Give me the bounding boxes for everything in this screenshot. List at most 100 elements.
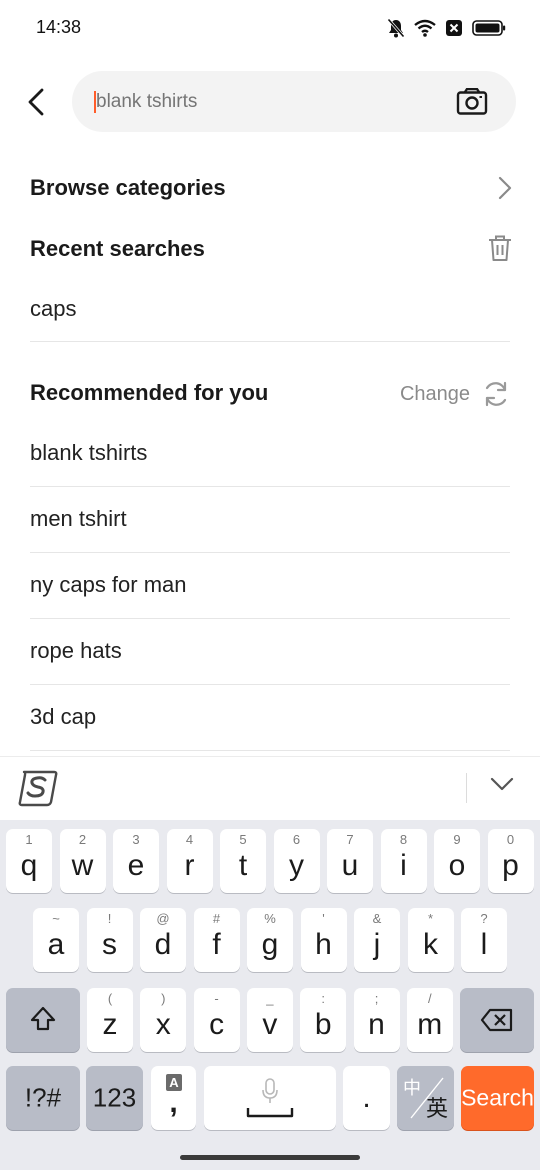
key-h[interactable]: ' h: [300, 908, 347, 972]
space-key[interactable]: [204, 1066, 336, 1130]
key-label: c: [209, 1008, 225, 1041]
key-r[interactable]: 4r: [166, 829, 213, 893]
comma-key[interactable]: A ,: [151, 1066, 196, 1130]
key-g[interactable]: % g: [247, 908, 293, 972]
toolbar-divider: [466, 773, 467, 803]
key-e[interactable]: 3e: [113, 829, 159, 893]
key-s[interactable]: ! s: [86, 908, 133, 972]
key-q[interactable]: 1q: [6, 829, 52, 893]
space-bar-icon: [246, 1108, 294, 1118]
key-hint: 2: [78, 832, 87, 847]
recommended-list: blank tshirts men tshirt ny caps for man…: [30, 421, 510, 751]
backspace-icon: [480, 1008, 513, 1032]
language-switch-key[interactable]: 中 英: [397, 1066, 454, 1130]
shift-icon: [30, 1006, 56, 1031]
key-c[interactable]: -c: [193, 988, 240, 1052]
key-p[interactable]: 0p: [487, 829, 534, 893]
key-hint: 0: [506, 832, 515, 847]
key-label: d: [154, 928, 172, 961]
recent-search-item[interactable]: caps: [30, 284, 510, 342]
search-input[interactable]: [96, 71, 436, 132]
search-box[interactable]: [72, 71, 516, 132]
key-t[interactable]: 5t: [220, 829, 266, 893]
search-key[interactable]: Search: [461, 1066, 534, 1130]
key-a[interactable]: ~ a: [33, 908, 79, 972]
numbers-key[interactable]: 123: [86, 1066, 143, 1130]
status-icons: [387, 16, 506, 40]
refresh-icon: [485, 381, 507, 407]
key-m[interactable]: / m: [406, 988, 453, 1052]
key-n[interactable]: ; n: [353, 988, 400, 1052]
key-x[interactable]: ) x: [140, 988, 187, 1052]
change-button[interactable]: Change: [400, 378, 510, 410]
key-label: y: [289, 849, 304, 882]
recommended-item[interactable]: 3d cap: [30, 685, 510, 751]
key-label: k: [423, 928, 438, 961]
key-label: e: [127, 849, 145, 882]
key-hint: %: [264, 911, 276, 926]
home-indicator: [180, 1155, 360, 1160]
key-hint: 9: [453, 832, 461, 847]
status-time: 14:38: [36, 17, 82, 37]
recommended-item[interactable]: blank tshirts: [30, 421, 510, 487]
key-label: m: [417, 1008, 443, 1041]
key-label: p: [502, 849, 519, 882]
key-hint: /: [427, 991, 432, 1006]
lang-bottom-label: 英: [425, 1096, 448, 1121]
microphone-icon: [262, 1078, 278, 1103]
key-hint: *: [427, 911, 434, 926]
key-hint: ': [322, 911, 325, 926]
symbols-key[interactable]: !?#: [6, 1066, 80, 1130]
symbols-key-label: !?#: [24, 1082, 62, 1113]
ime-logo-button[interactable]: [18, 769, 58, 812]
keyboard-collapse-button[interactable]: [490, 777, 514, 796]
key-z[interactable]: (z: [87, 988, 133, 1052]
key-hint: !: [107, 911, 112, 926]
clear-recent-button[interactable]: [488, 234, 512, 267]
chevron-down-icon: [490, 777, 514, 791]
key-label: o: [448, 849, 466, 882]
key-hint: 3: [132, 832, 140, 847]
back-button[interactable]: [18, 82, 54, 122]
key-v[interactable]: _ v: [246, 988, 293, 1052]
keyboard: 1 q 2 w 3 e 4 r 5 t 6 y 7 u 8 i 9 o 0 p ~ a! s @ d # f% g ' h & j * k? l(z…: [0, 820, 540, 1170]
key-hint: &: [372, 911, 382, 926]
comma-key-label: ,: [169, 1086, 178, 1119]
key-label: r: [184, 849, 195, 882]
recommended-title: Recommended for you: [30, 380, 269, 405]
shift-key[interactable]: [6, 988, 80, 1052]
recent-searches-title: Recent searches: [30, 236, 205, 261]
back-arrow-icon: [28, 88, 44, 116]
key-y[interactable]: 6y: [273, 829, 320, 893]
recommended-item[interactable]: men tshirt: [30, 487, 510, 553]
key-hint: -: [214, 991, 219, 1006]
key-label: h: [315, 928, 332, 961]
browse-categories-row[interactable]: Browse categories: [0, 160, 540, 216]
key-i[interactable]: 8i: [380, 829, 427, 893]
key-f[interactable]: # f: [193, 908, 240, 972]
key-hint: 8: [399, 832, 408, 847]
key-hint: _: [266, 991, 274, 1006]
key-hint: 6: [292, 832, 301, 847]
key-label: x: [155, 1008, 171, 1041]
key-k[interactable]: * k: [407, 908, 454, 972]
trash-icon: [489, 235, 511, 261]
bell-muted-icon: [387, 18, 405, 38]
key-u[interactable]: 7u: [327, 829, 373, 893]
key-d[interactable]: @ d: [140, 908, 186, 972]
key-label: b: [314, 1008, 332, 1041]
key-b[interactable]: :b: [300, 988, 347, 1052]
key-hint: @: [156, 911, 170, 926]
recommended-item[interactable]: rope hats: [30, 619, 510, 685]
camera-search-button[interactable]: [456, 87, 488, 116]
key-w[interactable]: 2w: [59, 829, 106, 893]
key-l[interactable]: ? l: [461, 908, 507, 972]
key-hint: ~: [52, 911, 60, 926]
wifi-icon: [414, 19, 436, 37]
key-j[interactable]: & j: [354, 908, 400, 972]
key-o[interactable]: 9o: [434, 829, 480, 893]
backspace-key[interactable]: [460, 988, 534, 1052]
key-label: v: [262, 1008, 278, 1041]
recommended-item[interactable]: ny caps for man: [30, 553, 510, 619]
period-key[interactable]: .: [343, 1066, 390, 1130]
